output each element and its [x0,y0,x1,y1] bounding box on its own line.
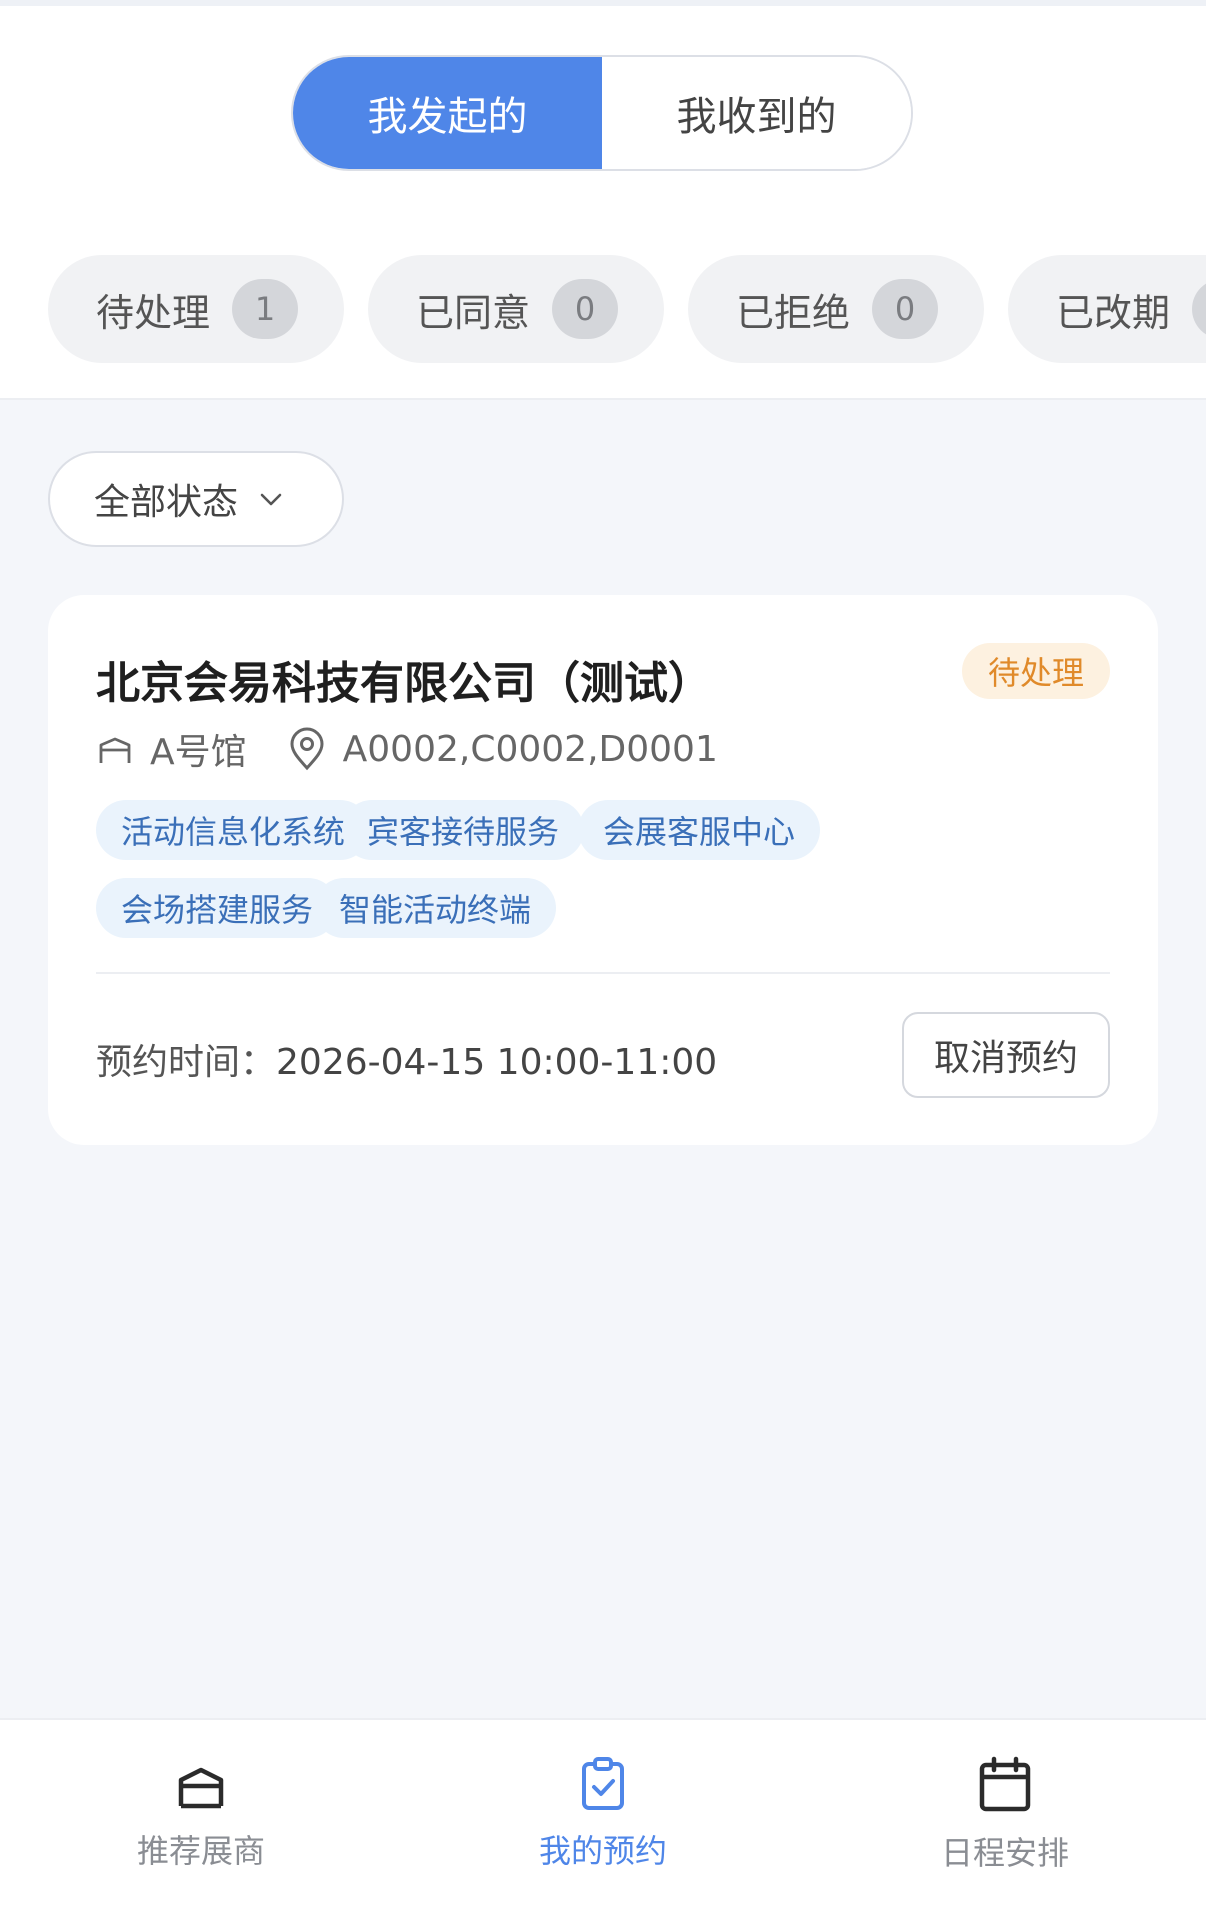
status-dropdown-label: 全部状态 [94,482,239,523]
hall-icon [99,737,131,763]
header-panel: 我发起的 我收到的 待处理 1 已同意 0 已拒绝 0 已改期 [0,0,1206,400]
tab-label: 我的预约 [538,1832,667,1870]
direction-segmented-control: 我发起的 我收到的 [291,55,913,171]
status-pill-label: 已改期 [1056,290,1171,335]
chevron-down-icon [260,493,282,506]
time-label: 预约时间： [96,1042,277,1083]
clipboard-check-icon [582,1757,624,1810]
tab-schedule[interactable]: 日程安排 [804,1720,1206,1905]
service-tag: 宾客接待服务 [342,800,585,860]
status-pill-rejected[interactable]: 已拒绝 0 [688,255,984,363]
service-tag: 活动信息化系统 [96,800,371,860]
tab-my-appointments[interactable]: 我的预约 [402,1720,804,1905]
tab-initiated[interactable]: 我发起的 [293,57,602,169]
cancel-appointment-button[interactable]: 取消预约 [902,1012,1110,1098]
card-divider [96,972,1110,974]
status-pill-label: 待处理 [96,290,211,335]
count-badge [1192,279,1206,339]
status-badge: 待处理 [961,643,1110,699]
service-tag: 智能活动终端 [314,878,557,938]
status-pill-rescheduled[interactable]: 已改期 [1008,255,1206,363]
calendar-icon [979,1756,1031,1812]
status-pill-label: 已同意 [416,290,531,335]
status-pill-pending[interactable]: 待处理 1 [48,255,344,363]
booth-numbers: A0002,C0002,D0001 [342,728,718,770]
service-tag: 会展客服中心 [578,800,821,860]
hall-name: A号馆 [150,732,247,773]
appointment-card[interactable]: 北京会易科技有限公司（测试） 待处理 A号馆 A0002,C0002,D0001… [48,595,1158,1145]
count-badge: 0 [872,279,939,339]
tab-recommended-exhibitors[interactable]: 推荐展商 [0,1720,402,1905]
count-badge: 1 [232,279,299,339]
tab-label: 日程安排 [940,1834,1069,1872]
company-name: 北京会易科技有限公司（测试） [96,658,712,709]
appointment-time: 预约时间：2026-04-15 10:00-11:00 [96,1033,717,1085]
status-filter-row: 待处理 1 已同意 0 已拒绝 0 已改期 [48,255,1206,365]
status-pill-label: 已拒绝 [736,290,851,335]
count-badge: 0 [552,279,619,339]
status-pill-agreed[interactable]: 已同意 0 [368,255,664,363]
tab-received[interactable]: 我收到的 [602,57,911,169]
location-meta: A号馆 A0002,C0002,D0001 [96,723,718,775]
time-value: 2026-04-15 10:00-11:00 [276,1042,718,1083]
location-pin-icon [290,727,324,771]
status-dropdown[interactable]: 全部状态 [48,451,344,547]
tab-label: 推荐展商 [136,1832,265,1870]
service-tag: 会场搭建服务 [96,878,339,938]
top-divider [0,0,1206,6]
bottom-tab-bar: 推荐展商 我的预约 日程安排 [0,1718,1206,1905]
exhibitor-icon [178,1767,224,1809]
